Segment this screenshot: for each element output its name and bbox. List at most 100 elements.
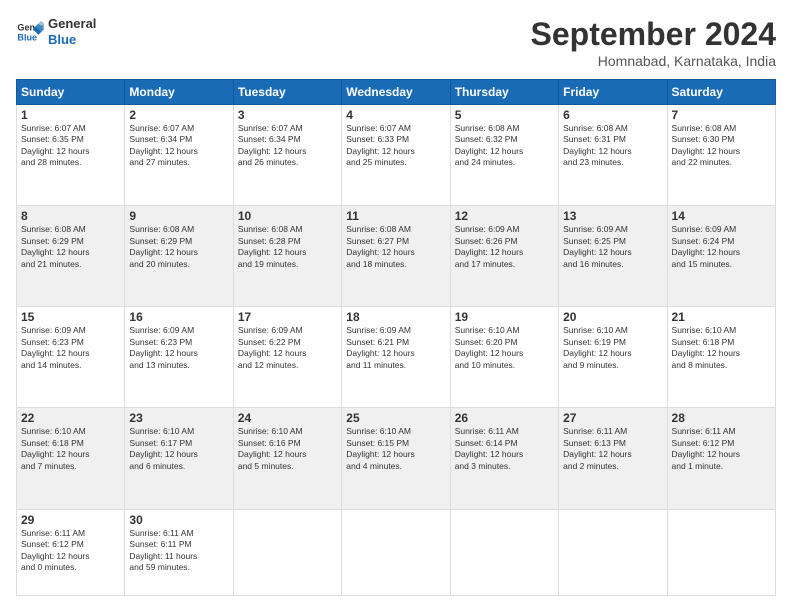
day-number: 16	[129, 310, 228, 324]
day-number: 14	[672, 209, 771, 223]
day-number: 12	[455, 209, 554, 223]
table-row: 26Sunrise: 6:11 AMSunset: 6:14 PMDayligh…	[450, 408, 558, 509]
table-row	[667, 509, 775, 595]
cell-details: Sunrise: 6:10 AMSunset: 6:15 PMDaylight:…	[346, 426, 445, 472]
calendar-week-row: 29Sunrise: 6:11 AMSunset: 6:12 PMDayligh…	[17, 509, 776, 595]
day-number: 4	[346, 108, 445, 122]
table-row: 14Sunrise: 6:09 AMSunset: 6:24 PMDayligh…	[667, 206, 775, 307]
day-number: 27	[563, 411, 662, 425]
day-number: 11	[346, 209, 445, 223]
day-number: 23	[129, 411, 228, 425]
day-number: 18	[346, 310, 445, 324]
table-row: 5Sunrise: 6:08 AMSunset: 6:32 PMDaylight…	[450, 105, 558, 206]
col-friday: Friday	[559, 80, 667, 105]
day-number: 9	[129, 209, 228, 223]
calendar-week-row: 1Sunrise: 6:07 AMSunset: 6:35 PMDaylight…	[17, 105, 776, 206]
cell-details: Sunrise: 6:10 AMSunset: 6:17 PMDaylight:…	[129, 426, 228, 472]
day-number: 3	[238, 108, 337, 122]
table-row: 12Sunrise: 6:09 AMSunset: 6:26 PMDayligh…	[450, 206, 558, 307]
table-row	[233, 509, 341, 595]
table-row: 4Sunrise: 6:07 AMSunset: 6:33 PMDaylight…	[342, 105, 450, 206]
table-row: 1Sunrise: 6:07 AMSunset: 6:35 PMDaylight…	[17, 105, 125, 206]
cell-details: Sunrise: 6:09 AMSunset: 6:25 PMDaylight:…	[563, 224, 662, 270]
cell-details: Sunrise: 6:09 AMSunset: 6:24 PMDaylight:…	[672, 224, 771, 270]
table-row: 19Sunrise: 6:10 AMSunset: 6:20 PMDayligh…	[450, 307, 558, 408]
col-sunday: Sunday	[17, 80, 125, 105]
cell-details: Sunrise: 6:08 AMSunset: 6:30 PMDaylight:…	[672, 123, 771, 169]
cell-details: Sunrise: 6:08 AMSunset: 6:32 PMDaylight:…	[455, 123, 554, 169]
calendar: Sunday Monday Tuesday Wednesday Thursday…	[16, 79, 776, 596]
day-number: 1	[21, 108, 120, 122]
cell-details: Sunrise: 6:11 AMSunset: 6:12 PMDaylight:…	[672, 426, 771, 472]
cell-details: Sunrise: 6:09 AMSunset: 6:26 PMDaylight:…	[455, 224, 554, 270]
col-wednesday: Wednesday	[342, 80, 450, 105]
table-row: 23Sunrise: 6:10 AMSunset: 6:17 PMDayligh…	[125, 408, 233, 509]
logo-text-line1: General	[48, 16, 96, 32]
cell-details: Sunrise: 6:07 AMSunset: 6:35 PMDaylight:…	[21, 123, 120, 169]
calendar-header-row: Sunday Monday Tuesday Wednesday Thursday…	[17, 80, 776, 105]
table-row: 10Sunrise: 6:08 AMSunset: 6:28 PMDayligh…	[233, 206, 341, 307]
page: General Blue General Blue September 2024…	[0, 0, 792, 612]
cell-details: Sunrise: 6:10 AMSunset: 6:20 PMDaylight:…	[455, 325, 554, 371]
cell-details: Sunrise: 6:07 AMSunset: 6:34 PMDaylight:…	[129, 123, 228, 169]
day-number: 5	[455, 108, 554, 122]
day-number: 22	[21, 411, 120, 425]
table-row: 25Sunrise: 6:10 AMSunset: 6:15 PMDayligh…	[342, 408, 450, 509]
day-number: 30	[129, 513, 228, 527]
cell-details: Sunrise: 6:11 AMSunset: 6:12 PMDaylight:…	[21, 528, 120, 574]
calendar-week-row: 22Sunrise: 6:10 AMSunset: 6:18 PMDayligh…	[17, 408, 776, 509]
table-row: 21Sunrise: 6:10 AMSunset: 6:18 PMDayligh…	[667, 307, 775, 408]
day-number: 7	[672, 108, 771, 122]
cell-details: Sunrise: 6:10 AMSunset: 6:18 PMDaylight:…	[21, 426, 120, 472]
day-number: 8	[21, 209, 120, 223]
day-number: 28	[672, 411, 771, 425]
cell-details: Sunrise: 6:11 AMSunset: 6:14 PMDaylight:…	[455, 426, 554, 472]
day-number: 13	[563, 209, 662, 223]
table-row: 20Sunrise: 6:10 AMSunset: 6:19 PMDayligh…	[559, 307, 667, 408]
table-row: 29Sunrise: 6:11 AMSunset: 6:12 PMDayligh…	[17, 509, 125, 595]
table-row: 6Sunrise: 6:08 AMSunset: 6:31 PMDaylight…	[559, 105, 667, 206]
day-number: 20	[563, 310, 662, 324]
month-title: September 2024	[531, 16, 776, 53]
day-number: 26	[455, 411, 554, 425]
cell-details: Sunrise: 6:09 AMSunset: 6:23 PMDaylight:…	[129, 325, 228, 371]
table-row: 15Sunrise: 6:09 AMSunset: 6:23 PMDayligh…	[17, 307, 125, 408]
table-row	[559, 509, 667, 595]
day-number: 29	[21, 513, 120, 527]
day-number: 6	[563, 108, 662, 122]
table-row: 30Sunrise: 6:11 AMSunset: 6:11 PMDayligh…	[125, 509, 233, 595]
table-row: 3Sunrise: 6:07 AMSunset: 6:34 PMDaylight…	[233, 105, 341, 206]
cell-details: Sunrise: 6:11 AMSunset: 6:13 PMDaylight:…	[563, 426, 662, 472]
location: Homnabad, Karnataka, India	[531, 53, 776, 69]
table-row: 16Sunrise: 6:09 AMSunset: 6:23 PMDayligh…	[125, 307, 233, 408]
day-number: 2	[129, 108, 228, 122]
cell-details: Sunrise: 6:10 AMSunset: 6:19 PMDaylight:…	[563, 325, 662, 371]
table-row: 17Sunrise: 6:09 AMSunset: 6:22 PMDayligh…	[233, 307, 341, 408]
cell-details: Sunrise: 6:08 AMSunset: 6:27 PMDaylight:…	[346, 224, 445, 270]
day-number: 15	[21, 310, 120, 324]
table-row: 7Sunrise: 6:08 AMSunset: 6:30 PMDaylight…	[667, 105, 775, 206]
cell-details: Sunrise: 6:09 AMSunset: 6:22 PMDaylight:…	[238, 325, 337, 371]
cell-details: Sunrise: 6:09 AMSunset: 6:21 PMDaylight:…	[346, 325, 445, 371]
day-number: 17	[238, 310, 337, 324]
cell-details: Sunrise: 6:10 AMSunset: 6:16 PMDaylight:…	[238, 426, 337, 472]
col-tuesday: Tuesday	[233, 80, 341, 105]
cell-details: Sunrise: 6:08 AMSunset: 6:31 PMDaylight:…	[563, 123, 662, 169]
table-row: 9Sunrise: 6:08 AMSunset: 6:29 PMDaylight…	[125, 206, 233, 307]
day-number: 10	[238, 209, 337, 223]
cell-details: Sunrise: 6:08 AMSunset: 6:28 PMDaylight:…	[238, 224, 337, 270]
cell-details: Sunrise: 6:08 AMSunset: 6:29 PMDaylight:…	[21, 224, 120, 270]
day-number: 19	[455, 310, 554, 324]
table-row: 8Sunrise: 6:08 AMSunset: 6:29 PMDaylight…	[17, 206, 125, 307]
table-row	[450, 509, 558, 595]
day-number: 21	[672, 310, 771, 324]
cell-details: Sunrise: 6:07 AMSunset: 6:34 PMDaylight:…	[238, 123, 337, 169]
table-row: 2Sunrise: 6:07 AMSunset: 6:34 PMDaylight…	[125, 105, 233, 206]
calendar-week-row: 15 Sunrise: 6:09 AMSunset: 6:23 PMDayligh…	[17, 307, 776, 408]
svg-text:Blue: Blue	[17, 32, 37, 42]
day-number: 24	[238, 411, 337, 425]
title-block: September 2024 Homnabad, Karnataka, Indi…	[531, 16, 776, 69]
cell-details: Sunrise: 6:08 AMSunset: 6:29 PMDaylight:…	[129, 224, 228, 270]
col-thursday: Thursday	[450, 80, 558, 105]
col-saturday: Saturday	[667, 80, 775, 105]
